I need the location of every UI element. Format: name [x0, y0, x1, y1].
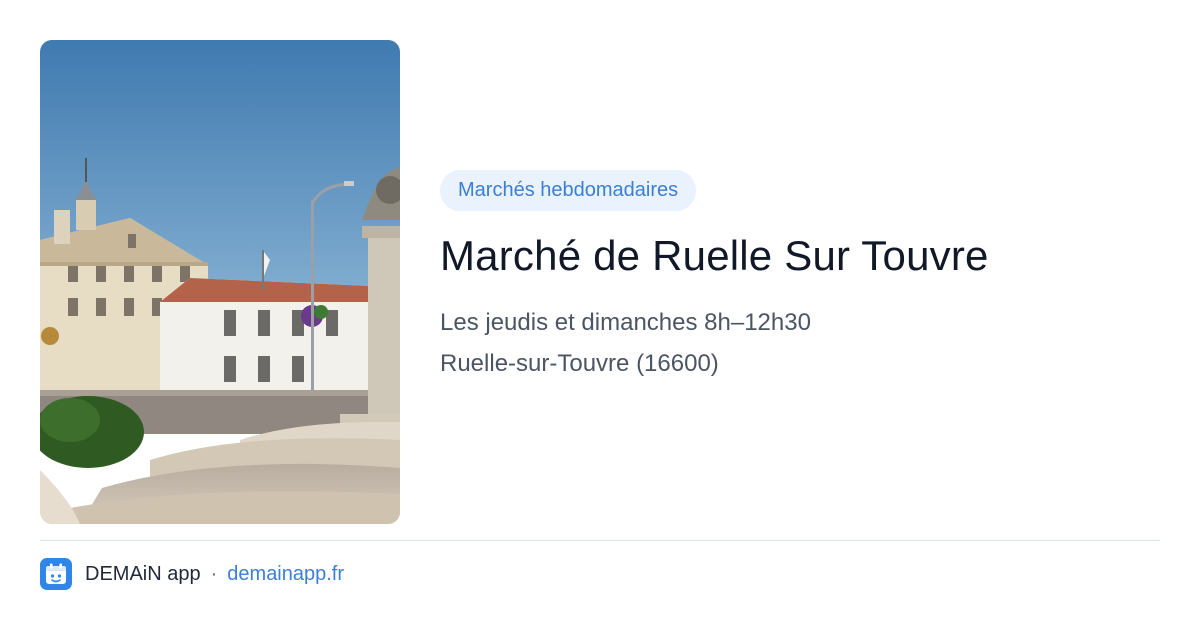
calendar-icon — [40, 558, 72, 590]
market-schedule: Les jeudis et dimanches 8h–12h30 — [440, 309, 811, 337]
category-badge[interactable]: Marchés hebdomadaires — [440, 170, 697, 211]
site-link[interactable]: demainapp.fr — [227, 563, 344, 586]
footer-separator: · — [210, 562, 218, 585]
market-photo — [40, 40, 400, 524]
market-location: Ruelle-sur-Touvre (16600) — [440, 349, 719, 377]
footer: DEMAiN app · demainapp.fr — [40, 558, 344, 590]
app-name: DEMAiN app — [85, 562, 201, 585]
share-card: Marchés hebdomadaires Marché de Ruelle S… — [0, 0, 1200, 630]
market-info: Marchés hebdomadaires Marché de Ruelle S… — [440, 170, 1160, 379]
market-title: Marché de Ruelle Sur Touvre — [440, 232, 989, 279]
footer-divider — [40, 540, 1160, 541]
